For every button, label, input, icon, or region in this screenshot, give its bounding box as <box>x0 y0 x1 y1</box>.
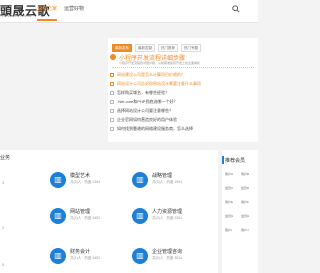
nav-tab-business[interactable]: 业务之家 <box>37 5 57 12</box>
list-item-label: 选择网站设计公司要注意哪些？ <box>117 108 173 113</box>
building-icon[interactable]: ▥ <box>132 208 148 224</box>
recommended-members-panel <box>222 150 258 273</box>
building-icon[interactable]: ▥ <box>132 172 148 188</box>
list-item[interactable]: 企业官网如何营造良好的用户体验 <box>110 116 177 124</box>
list-item[interactable]: 网站设计公司告诉你网站设计需要注意什么事项 <box>110 80 201 88</box>
member-link[interactable]: 用户A <box>225 172 233 176</box>
category-name[interactable]: 战略管理 <box>152 172 172 179</box>
category-name[interactable]: 人力资源管理 <box>152 208 182 215</box>
category-section-title: 业务 <box>0 155 11 161</box>
building-icon[interactable]: ▥ <box>50 248 66 264</box>
category-name[interactable]: 模型艺术 <box>70 172 90 179</box>
category-section <box>0 150 218 273</box>
nav-active-indicator <box>37 19 57 21</box>
list-item-label: 网站建设公司是怎么计算项目价格的？ <box>117 72 185 77</box>
tab-answers[interactable]: 最新答疑 <box>135 44 155 52</box>
featured-article-desc: 小程序开发流程的详细步骤，从前期准备到开发上线全面解析 <box>119 61 201 65</box>
list-item-label: 企业官网如何营造良好的用户体验 <box>117 117 177 122</box>
site-logo-subtitle: TOUSHENGYUNGE <box>0 14 32 18</box>
list-item-label: 如何找到靠谱的网络建设服务商，怎么选择 <box>117 126 193 131</box>
list-item[interactable]: 怎样购买域名，有哪些经验？ <box>110 89 169 97</box>
checkbox-icon <box>110 127 114 131</box>
member-link[interactable]: 用户J <box>241 228 249 232</box>
tab-topics[interactable]: 热门专题 <box>181 44 201 52</box>
list-item[interactable]: 网站建设公司是怎么计算项目价格的？ <box>110 71 185 79</box>
category-name[interactable]: 企业管理咨询 <box>152 248 182 255</box>
building-icon[interactable]: ▥ <box>132 248 148 264</box>
tab-hot[interactable]: 热门推荐 <box>158 44 178 52</box>
member-link[interactable]: 会员D <box>241 186 249 190</box>
checkbox-icon <box>110 100 114 104</box>
list-item-label: .Net core和PHP到底选哪一个好？ <box>117 99 178 104</box>
checkbox-icon <box>110 73 114 77</box>
category-name[interactable]: 网站管理 <box>70 208 90 215</box>
divider <box>112 67 254 68</box>
search-icon[interactable] <box>232 5 240 13</box>
list-item[interactable]: 如何找到靠谱的网络建设服务商，怎么选择 <box>110 125 193 133</box>
checkbox-icon <box>110 118 114 122</box>
category-name[interactable]: 财务会计 <box>70 248 90 255</box>
checkbox-icon <box>110 91 114 95</box>
left-count: 0 <box>2 262 5 267</box>
left-count: 3 <box>2 180 5 185</box>
building-icon[interactable]: ▥ <box>50 172 66 188</box>
list-item-label: 怎样购买域名，有哪些经验？ <box>117 90 169 95</box>
category-meta: 共(4)人 · 热度 3452 <box>70 216 101 220</box>
sidebar-title-accent <box>222 156 224 164</box>
featured-bullet-icon <box>110 54 116 60</box>
category-meta: 共(3)人 · 热度 1364 <box>70 180 101 184</box>
member-link[interactable]: 用户E <box>225 200 233 204</box>
nav-tab-operations[interactable]: 运营好物 <box>64 5 84 12</box>
checkbox-icon <box>110 82 114 86</box>
checkbox-icon <box>110 109 114 113</box>
left-count: 2 <box>2 225 5 230</box>
member-link[interactable]: 会员G <box>225 214 233 218</box>
category-meta: 共(3)人 · 热度 1954 <box>152 180 183 184</box>
member-link[interactable]: 用户I <box>225 228 232 232</box>
member-link[interactable]: 用户F <box>241 200 249 204</box>
list-item[interactable]: .Net core和PHP到底选哪一个好？ <box>110 98 177 106</box>
sidebar-title: 推荐会员 <box>225 158 246 164</box>
category-meta: 共(2)人 · 热度 2361 <box>152 216 183 220</box>
member-link[interactable]: 用户B <box>241 172 249 176</box>
category-meta: 共(1)人 · 热度 3452 <box>70 256 101 260</box>
tab-latest[interactable]: 最新发布 <box>112 44 132 52</box>
list-item-label: 网站设计公司告诉你网站设计需要注意什么事项 <box>117 81 201 86</box>
list-item[interactable]: 选择网站设计公司要注意哪些？ <box>110 107 173 115</box>
member-link[interactable]: 会员H <box>241 214 249 218</box>
building-icon[interactable]: ▥ <box>50 208 66 224</box>
category-meta: 共(5)人 · 热度 3514 <box>152 256 183 260</box>
member-link[interactable]: 会员C <box>225 186 233 190</box>
